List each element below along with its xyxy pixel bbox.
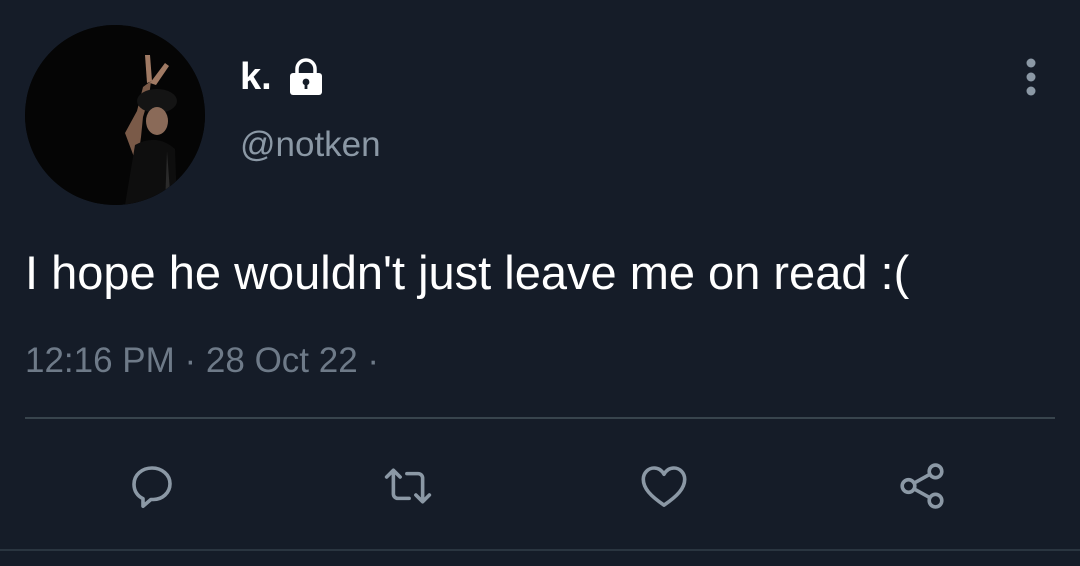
meta-trailing-separator: · (357, 341, 380, 380)
more-options-icon[interactable] (1016, 58, 1046, 98)
retweet-icon (384, 468, 432, 504)
reply-icon (132, 466, 172, 509)
reply-button[interactable] (124, 458, 180, 514)
meta-separator: · (174, 341, 206, 380)
author-handle[interactable]: @notken (240, 127, 381, 162)
retweet-button[interactable] (380, 458, 436, 514)
share-icon (900, 463, 944, 509)
bottom-divider (0, 549, 1080, 551)
tweet-time[interactable]: 12:16 PM (25, 341, 175, 380)
avatar-photo (25, 25, 205, 205)
display-name[interactable]: k. (240, 58, 272, 96)
tweet-text: I hope he wouldn't just leave me on read… (25, 246, 910, 299)
share-button[interactable] (894, 458, 950, 514)
like-icon (641, 466, 687, 507)
tweet-date[interactable]: 28 Oct 22 (206, 341, 358, 380)
like-button[interactable] (636, 458, 692, 514)
author-name-row[interactable]: k. (240, 58, 324, 96)
avatar[interactable] (25, 25, 205, 205)
tweet-meta: 12:16 PM · 28 Oct 22 · (25, 343, 379, 378)
lock-icon (288, 58, 324, 96)
divider (25, 417, 1055, 419)
